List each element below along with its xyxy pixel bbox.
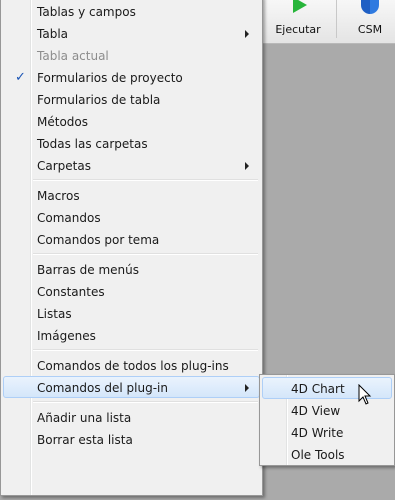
menu-item-label: Imágenes	[37, 329, 96, 343]
context-menu: Tablas y campos Tabla Tabla actual ✓ For…	[0, 0, 263, 496]
menu-item-label: Añadir una lista	[37, 411, 132, 425]
submenu-item-label: Ole Tools	[291, 448, 345, 462]
menu-separator	[33, 346, 260, 354]
menu-separator	[33, 250, 260, 258]
submenu-item-ole-tools[interactable]: Ole Tools	[262, 443, 392, 465]
checkmark-icon: ✓	[15, 70, 26, 85]
toolbar: Ejecutar CSM	[262, 0, 395, 44]
plugin-submenu: 4D Chart 4D View 4D Write Ole Tools	[259, 374, 395, 466]
menu-item-label: Comandos del plug-in	[37, 381, 168, 395]
menu-item-pictures[interactable]: Imágenes	[3, 324, 260, 346]
menu-item-label: Métodos	[37, 115, 88, 129]
menu-item-macros[interactable]: Macros	[3, 184, 260, 206]
menu-item-add-list[interactable]: Añadir una lista	[3, 406, 260, 428]
menu-item-plugin-commands[interactable]: Comandos del plug-in	[3, 376, 260, 398]
menu-item-all-folders[interactable]: Todas las carpetas	[3, 132, 260, 154]
menu-item-label: Comandos por tema	[37, 233, 160, 247]
submenu-item-label: 4D Write	[291, 426, 344, 440]
menu-item-all-plugin-commands[interactable]: Comandos de todos los plug-ins	[3, 354, 260, 376]
submenu-item-4d-view[interactable]: 4D View	[262, 399, 392, 421]
menu-item-project-forms[interactable]: ✓ Formularios de proyecto	[3, 66, 260, 88]
menu-item-delete-list[interactable]: Borrar esta lista	[3, 428, 260, 450]
menu-item-constants[interactable]: Constantes	[3, 280, 260, 302]
menu-item-label: Tabla	[37, 27, 69, 41]
chevron-right-icon	[245, 30, 249, 38]
menu-item-label: Constantes	[37, 285, 105, 299]
menu-item-label: Listas	[37, 307, 72, 321]
menu-item-label: Barras de menús	[37, 263, 140, 277]
submenu-item-label: 4D Chart	[291, 382, 345, 396]
chevron-right-icon	[245, 384, 249, 392]
menu-item-menu-bars[interactable]: Barras de menús	[3, 258, 260, 280]
menu-item-label: Formularios de tabla	[37, 93, 161, 107]
menu-item-label: Borrar esta lista	[37, 433, 133, 447]
menu-item-label: Carpetas	[37, 159, 91, 173]
submenu-item-4d-chart[interactable]: 4D Chart	[262, 377, 392, 399]
run-button-label: Ejecutar	[275, 23, 321, 36]
submenu-item-label: 4D View	[291, 404, 341, 418]
play-icon	[293, 0, 307, 13]
chevron-right-icon	[245, 162, 249, 170]
menu-item-methods[interactable]: Métodos	[3, 110, 260, 132]
submenu-item-4d-write[interactable]: 4D Write	[262, 421, 392, 443]
menu-item-label: Tabla actual	[37, 49, 109, 63]
menu-item-label: Todas las carpetas	[37, 137, 148, 151]
menu-item-label: Tablas y campos	[37, 5, 136, 19]
menu-item-commands[interactable]: Comandos	[3, 206, 260, 228]
csm-button-label: CSM	[357, 23, 383, 36]
menu-item-current-table: Tabla actual	[3, 44, 260, 66]
shield-icon	[361, 0, 379, 14]
mouse-pointer-icon	[358, 384, 372, 405]
menu-item-folders[interactable]: Carpetas	[3, 154, 260, 176]
menu-item-lists[interactable]: Listas	[3, 302, 260, 324]
csm-button[interactable]: CSM	[350, 0, 390, 44]
menu-item-label: Comandos	[37, 211, 101, 225]
menu-item-label: Comandos de todos los plug-ins	[37, 359, 229, 373]
toolbar-separator	[336, 0, 337, 38]
run-button[interactable]: Ejecutar	[272, 0, 324, 44]
menu-separator	[33, 176, 260, 184]
menu-separator	[33, 398, 260, 406]
menu-item-label: Formularios de proyecto	[37, 71, 183, 85]
menu-item-label: Macros	[37, 189, 80, 203]
menu-item-table-forms[interactable]: Formularios de tabla	[3, 88, 260, 110]
menu-item-commands-by-theme[interactable]: Comandos por tema	[3, 228, 260, 250]
menu-item-table[interactable]: Tabla	[3, 22, 260, 44]
menu-item-tables-fields[interactable]: Tablas y campos	[3, 0, 260, 22]
